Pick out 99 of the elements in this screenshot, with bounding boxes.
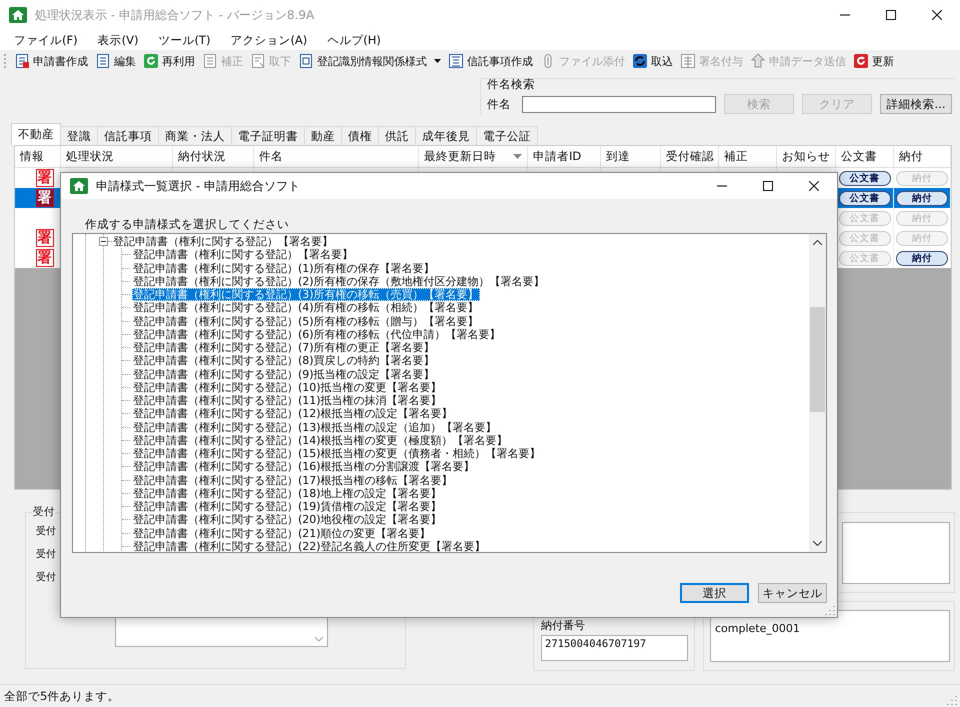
- column-header[interactable]: 受付確認: [661, 146, 719, 167]
- search-button[interactable]: 詳細検索...: [880, 94, 952, 114]
- notes-area[interactable]: complete_0001: [710, 610, 950, 662]
- tree-item[interactable]: 登記申請書（権利に関する登記）(3)所有権の移転（売買）【署名要】: [132, 288, 480, 302]
- tab[interactable]: 登識: [60, 126, 98, 145]
- scrollbar[interactable]: [809, 234, 826, 552]
- tree-item[interactable]: 登記申請書（権利に関する登記）(4)所有権の移転（相続）【署名要】: [132, 301, 480, 314]
- collapse-icon[interactable]: [99, 237, 108, 246]
- tree-item[interactable]: 登記申請書（権利に関する登記）(7)所有権の更正【署名要】: [132, 341, 436, 354]
- tab[interactable]: 債権: [341, 126, 379, 145]
- document-button[interactable]: 公文書: [838, 190, 890, 206]
- resize-grip-icon: [825, 605, 835, 615]
- column-header[interactable]: 納付: [894, 146, 951, 167]
- status-text: 全部で5件あります。: [4, 688, 120, 704]
- toolbar-button[interactable]: 更新: [852, 52, 895, 70]
- dialog-title: 申請様式一覧選択 - 申請用総合ソフト: [96, 178, 300, 194]
- tree-item[interactable]: 登記申請書（権利に関する登記）(1)所有権の保存【署名要】: [132, 262, 436, 275]
- tree-view[interactable]: [72, 233, 827, 553]
- stamp-badge: 署: [36, 249, 54, 267]
- tree-item[interactable]: 登記申請書（権利に関する登記）(6)所有権の移転（代位申請）【署名要】: [132, 328, 502, 341]
- field-label: 件名: [487, 96, 511, 112]
- toolbar-button[interactable]: 申請書作成: [13, 52, 89, 70]
- field-label: 受付: [36, 548, 56, 562]
- window-title: 処理状況表示 - 申請用総合ソフト - バージョン8.9A: [35, 6, 314, 24]
- column-header[interactable]: 申請者ID: [528, 146, 601, 167]
- close-icon: [809, 181, 819, 191]
- column-header[interactable]: 情報: [15, 146, 61, 167]
- column-header[interactable]: 最終更新日時: [419, 146, 528, 167]
- app-icon: [9, 7, 27, 23]
- payment-button[interactable]: 納付: [896, 190, 948, 206]
- tree-item[interactable]: 登記申請書（権利に関する登記）(15)根抵当権の変更（債務者・相続）【署名要】: [132, 447, 542, 460]
- dialog-button[interactable]: 選択: [680, 583, 749, 603]
- menu-item[interactable]: ファイル(F): [7, 32, 85, 48]
- search-field[interactable]: [522, 96, 716, 112]
- menu-item[interactable]: 表示(V): [90, 32, 146, 48]
- dialog-button[interactable]: キャンセル: [758, 583, 827, 603]
- field-label: 納付番号: [541, 619, 586, 633]
- tab[interactable]: 信託事項: [97, 126, 159, 145]
- tree-item[interactable]: 登記申請書（権利に関する登記）(13)根抵当権の設定（追加）【署名要】: [132, 420, 498, 434]
- tab[interactable]: 不動産: [11, 123, 61, 145]
- tree-item[interactable]: 登記申請書（権利に関する登記）(21)順位の変更【署名要】: [132, 526, 432, 540]
- menu-item[interactable]: ヘルプ(H): [320, 32, 388, 48]
- stamp-badge: 署: [36, 169, 54, 187]
- field-label: 受付: [36, 525, 56, 539]
- column-header[interactable]: 納付状況: [173, 146, 254, 167]
- tree-item[interactable]: 登記申請書（権利に関する登記）(17)根抵当権の移転【署名要】: [132, 474, 454, 487]
- tree-item[interactable]: 登記申請書（権利に関する登記）(16)根抵当権の分割譲渡【署名要】: [132, 460, 476, 474]
- refresh-icon: [853, 53, 869, 69]
- cycle-arrows-icon: [632, 53, 648, 69]
- column-header[interactable]: 補正: [719, 146, 777, 167]
- tree-item[interactable]: 登記申請書（権利に関する登記）【署名要】: [112, 235, 334, 248]
- maximize-icon: [763, 181, 773, 191]
- tree-item[interactable]: 登記申請書（権利に関する登記）(5)所有権の移転（贈与）【署名要】: [132, 314, 480, 328]
- field-label: 受付: [36, 571, 56, 585]
- tab[interactable]: 商業・法人: [158, 126, 232, 145]
- upload-icon: [750, 53, 766, 69]
- column-header[interactable]: 到達: [601, 146, 661, 167]
- scroll-down-icon: [315, 637, 323, 642]
- caret-icon: [434, 59, 441, 63]
- tree-item[interactable]: 登記申請書（権利に関する登記）(22)登記名義人の住所変更【署名要】: [132, 540, 487, 552]
- scroll-down-icon: [813, 541, 822, 546]
- tab[interactable]: 供託: [378, 126, 416, 145]
- tree-item[interactable]: 登記申請書（権利に関する登記）(20)地役権の設定【署名要】: [132, 513, 443, 526]
- scroll-thumb[interactable]: [810, 307, 825, 412]
- toolbar-button[interactable]: 再利用: [142, 52, 196, 70]
- group-title: 受付: [32, 505, 56, 519]
- document-button[interactable]: 公文書: [838, 170, 890, 186]
- tree-item[interactable]: 登記申請書（権利に関する登記）(11)抵当権の抹消【署名要】: [132, 394, 443, 408]
- column-header[interactable]: 処理状況: [61, 146, 173, 167]
- payment-number-field[interactable]: 2715004046707197: [541, 635, 688, 661]
- resize-grip-icon: [947, 695, 957, 705]
- tree-item[interactable]: 登記申請書（権利に関する登記）(12)根抵当権の設定【署名要】: [132, 407, 454, 420]
- stamp-badge: 署: [36, 189, 54, 207]
- maximize-icon: [886, 10, 896, 20]
- tab[interactable]: 電子公証: [476, 126, 538, 145]
- prompt-text: 作成する申請様式を選択してください: [84, 217, 290, 231]
- toolbar-button[interactable]: 登記識別情報関係様式: [297, 52, 442, 70]
- tree-item[interactable]: 登記申請書（権利に関する登記）(18)地上権の設定【署名要】: [132, 486, 443, 500]
- app-icon: [70, 178, 88, 194]
- menu-item[interactable]: アクション(A): [223, 32, 314, 48]
- toolbar-button[interactable]: 取込: [631, 52, 674, 70]
- column-header[interactable]: お知らせ: [777, 146, 836, 167]
- scroll-up-icon: [813, 240, 822, 245]
- menu-item[interactable]: ツール(T): [151, 32, 218, 48]
- tree-item[interactable]: 登記申請書（権利に関する登記）(2)所有権の保存（敷地権付区分建物）【署名要】: [132, 274, 546, 288]
- tree-item[interactable]: 登記申請書（権利に関する登記）(8)買戻しの特約【署名要】: [132, 354, 436, 368]
- close-icon: [932, 10, 942, 20]
- stamp-badge: 署: [36, 229, 54, 247]
- tree-item[interactable]: 登記申請書（権利に関する登記）(19)賃借権の設定【署名要】: [132, 500, 443, 514]
- toolbar-button[interactable]: 編集: [94, 52, 137, 70]
- tree-item[interactable]: 登記申請書（権利に関する登記）【署名要】: [132, 248, 354, 262]
- tree-item[interactable]: 登記申請書（権利に関する登記）(14)根抵当権の変更（極度額）【署名要】: [132, 434, 509, 447]
- column-header[interactable]: 公文書: [836, 146, 894, 167]
- tree-item[interactable]: 登記申請書（権利に関する登記）(9)抵当権の設定【署名要】: [132, 368, 436, 381]
- payment-button[interactable]: 納付: [896, 250, 948, 266]
- toolbar-button[interactable]: 信託事項作成: [447, 52, 534, 70]
- tree-item[interactable]: 登記申請書（権利に関する登記）(10)抵当権の変更【署名要】: [132, 380, 443, 394]
- column-header[interactable]: 件名: [254, 146, 419, 167]
- group-title: 件名検索: [487, 77, 536, 91]
